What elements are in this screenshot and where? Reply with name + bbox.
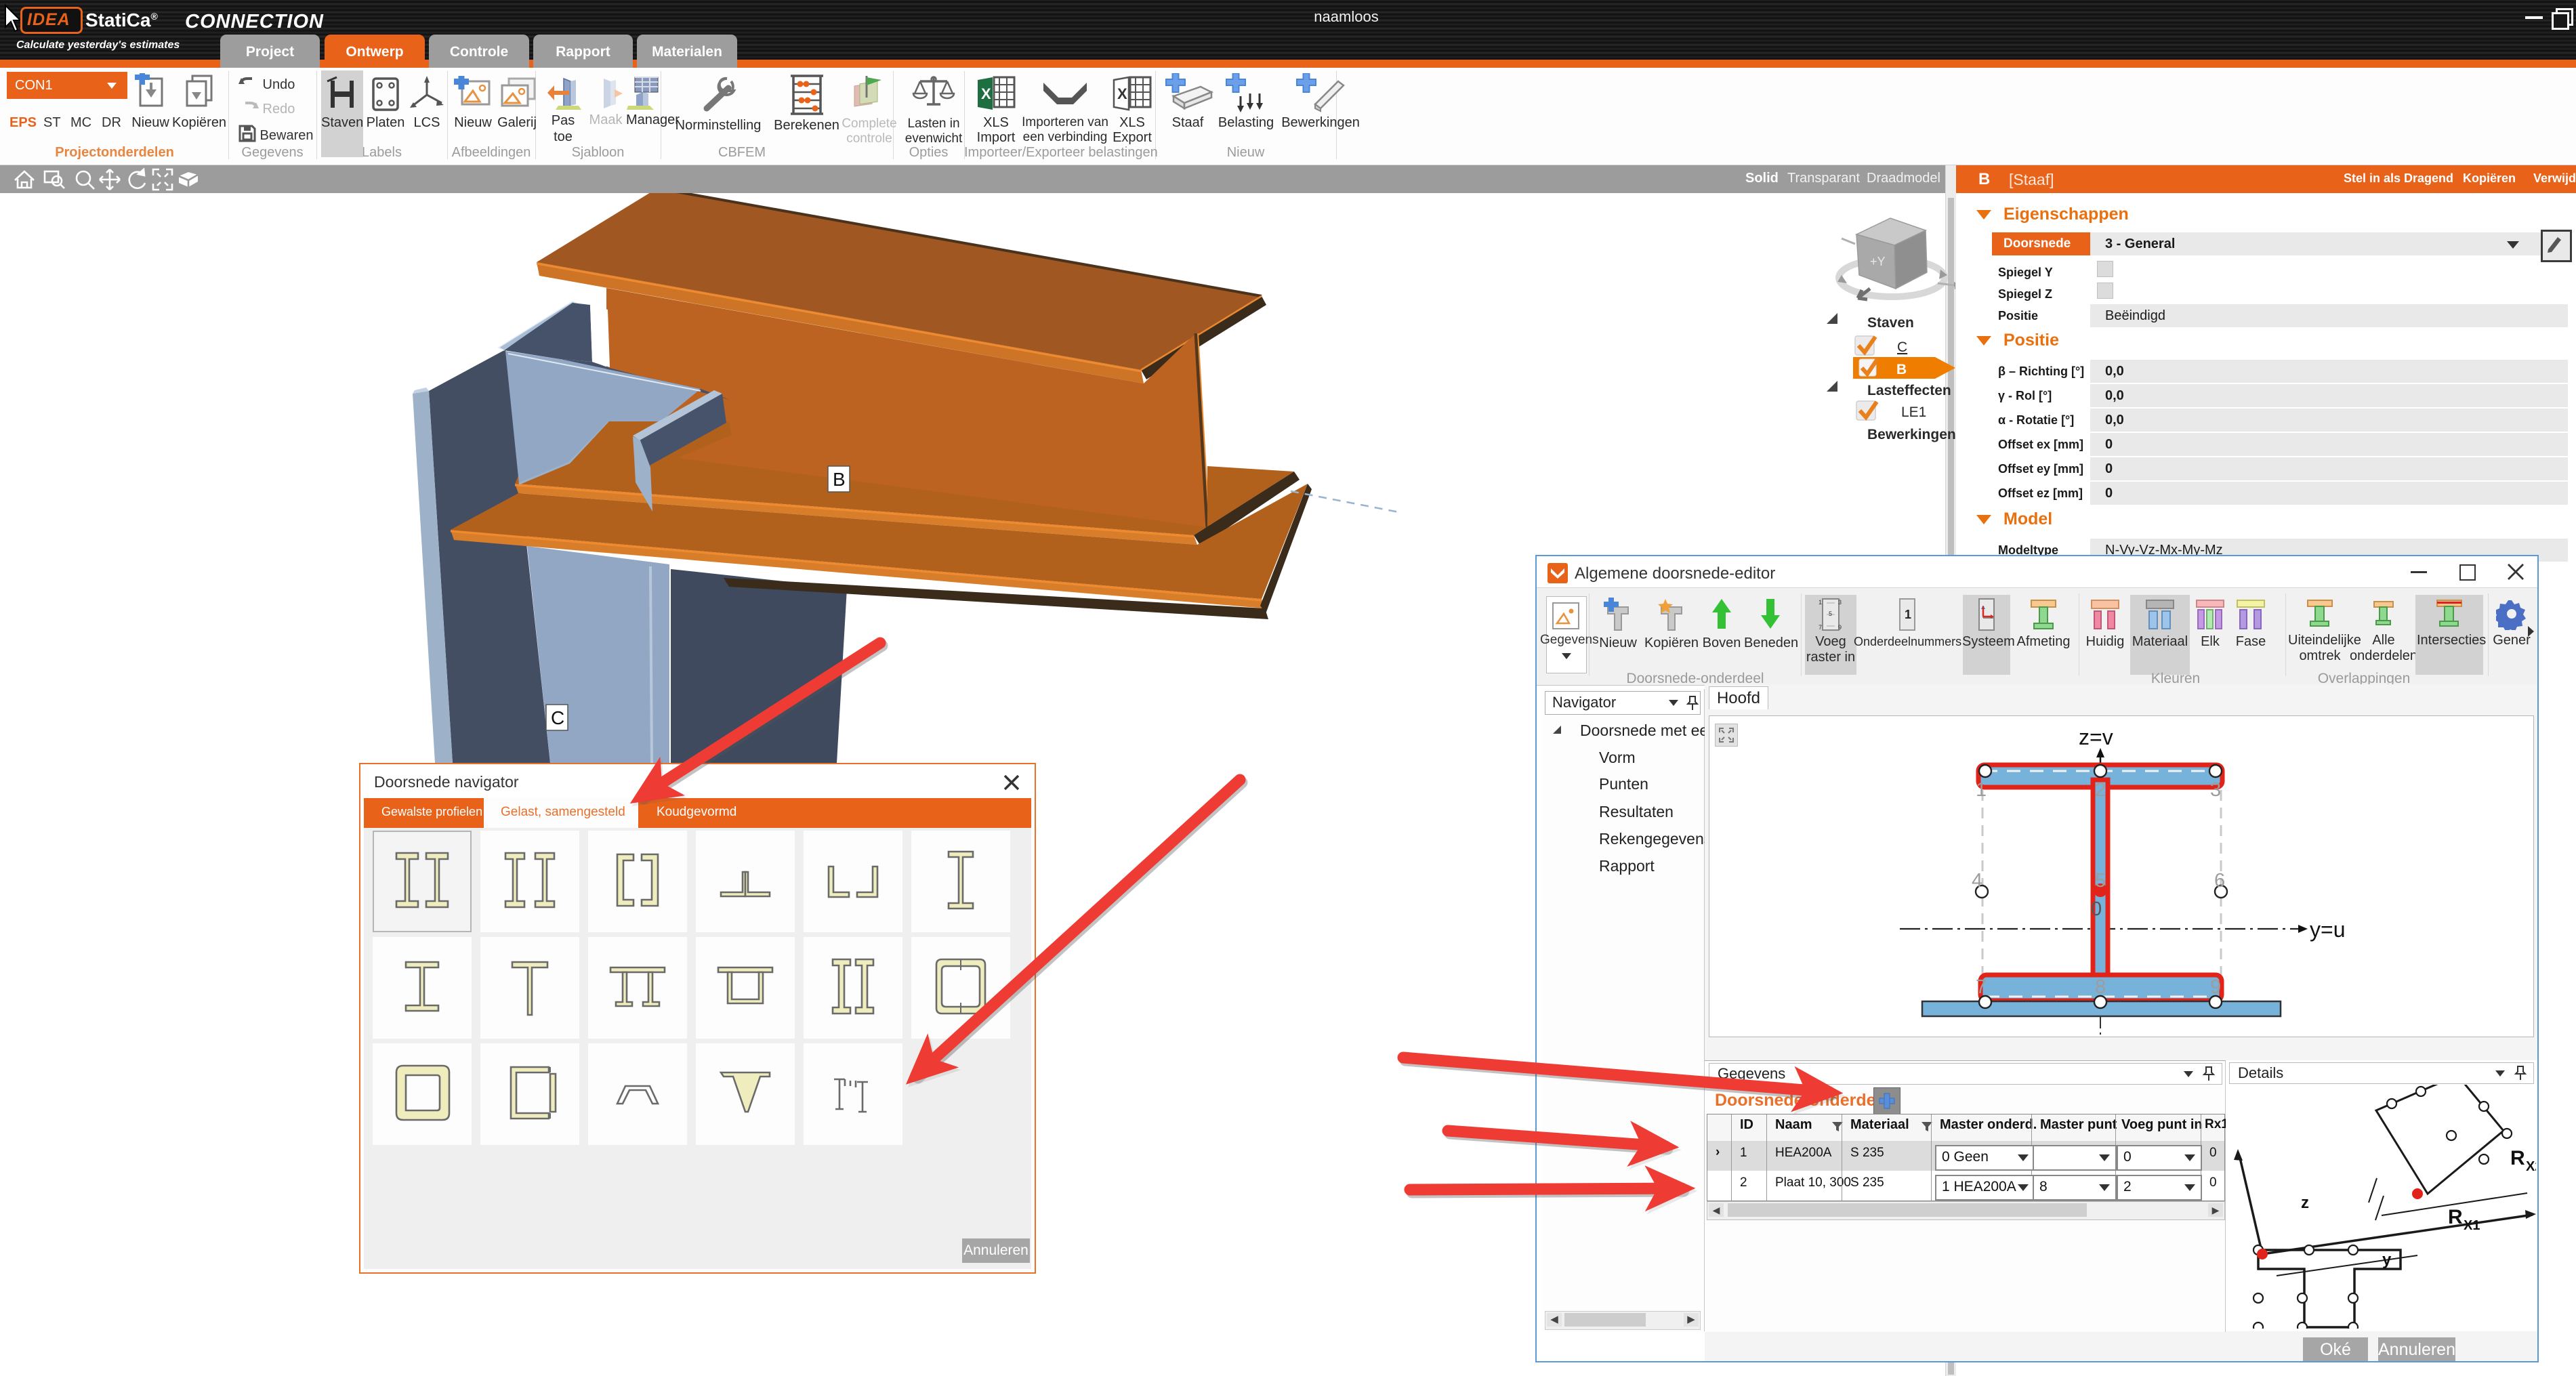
- svg-text:Staven: Staven: [1867, 315, 1914, 331]
- svg-text:y=u: y=u: [2310, 917, 2345, 942]
- svg-text:R: R: [2448, 1206, 2463, 1228]
- svg-text:B: B: [833, 469, 846, 490]
- svg-text:LE1: LE1: [1901, 404, 1926, 420]
- svg-text:6: 6: [2214, 870, 2225, 892]
- svg-text:3: 3: [2210, 779, 2221, 801]
- svg-text:X: X: [981, 85, 991, 102]
- svg-text:C: C: [1897, 339, 1907, 355]
- svg-text:3: 3: [1838, 599, 1842, 606]
- svg-text:X: X: [1117, 85, 1127, 102]
- svg-text:B: B: [1896, 362, 1907, 377]
- svg-text:9: 9: [2210, 976, 2221, 998]
- svg-text:9: 9: [1838, 624, 1842, 631]
- svg-text:0: 0: [2091, 898, 2102, 920]
- svg-text:Bewerkingen: Bewerkingen: [1867, 427, 1955, 442]
- svg-text:5: 5: [2095, 870, 2106, 892]
- svg-text:1: 1: [1905, 608, 1911, 621]
- svg-text:4: 4: [1972, 870, 1982, 892]
- svg-text:X2: X2: [2526, 1159, 2536, 1174]
- svg-text:1: 1: [1976, 779, 1987, 801]
- svg-text:z=v: z=v: [2079, 725, 2113, 749]
- svg-text:7: 7: [1819, 624, 1822, 631]
- svg-text:Lasteffecten: Lasteffecten: [1867, 383, 1951, 398]
- svg-text:R: R: [2510, 1147, 2525, 1169]
- svg-text:2: 2: [2095, 779, 2106, 801]
- svg-text:X1: X1: [2464, 1218, 2480, 1233]
- svg-text:y: y: [2382, 1251, 2392, 1269]
- svg-text:5: 5: [1829, 610, 1832, 617]
- svg-text:8: 8: [2095, 976, 2106, 998]
- svg-text:7: 7: [1976, 976, 1987, 998]
- svg-text:+Y: +Y: [1870, 255, 1886, 268]
- svg-text:z: z: [2301, 1194, 2309, 1212]
- svg-text:1: 1: [1819, 599, 1822, 606]
- svg-text:C: C: [551, 707, 564, 728]
